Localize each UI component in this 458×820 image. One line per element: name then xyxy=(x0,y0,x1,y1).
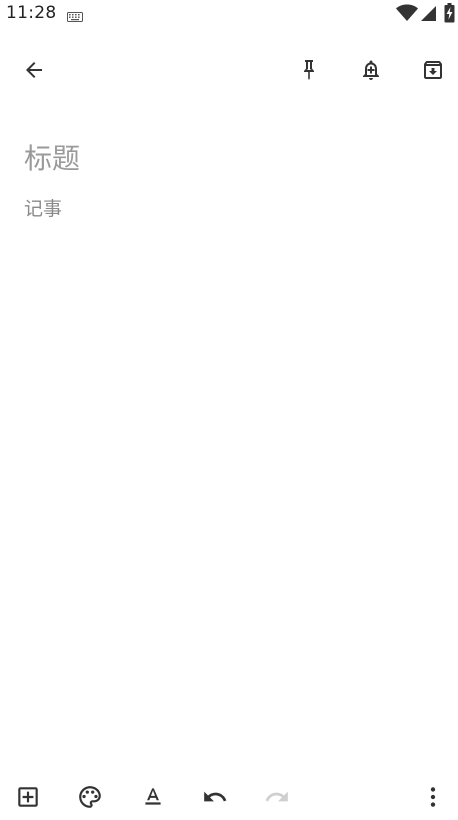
redo-icon xyxy=(265,791,288,802)
reminder-bell-icon xyxy=(363,60,379,80)
note-editor-screen: 11:28 xyxy=(0,0,458,820)
redo-button[interactable] xyxy=(255,774,299,820)
battery-charging-icon xyxy=(444,3,455,27)
status-time: 11:28 xyxy=(6,3,57,23)
more-options-button[interactable] xyxy=(411,774,455,820)
wifi-icon xyxy=(396,4,418,26)
undo-button[interactable] xyxy=(193,774,237,820)
more-vert-icon xyxy=(430,787,436,807)
pin-button[interactable] xyxy=(287,48,331,92)
add-button[interactable] xyxy=(6,774,50,820)
title-input[interactable] xyxy=(24,138,434,178)
reminder-button[interactable] xyxy=(349,48,393,92)
undo-icon xyxy=(204,791,227,802)
archive-icon xyxy=(424,61,442,79)
back-button[interactable] xyxy=(12,48,56,92)
keyboard-icon xyxy=(67,7,83,26)
bottom-toolbar xyxy=(0,774,458,820)
cell-signal-icon xyxy=(420,5,437,26)
palette-button[interactable] xyxy=(68,774,112,820)
add-box-icon xyxy=(18,787,38,807)
pin-icon xyxy=(304,60,314,80)
palette-icon xyxy=(79,786,101,808)
arrow-back-icon xyxy=(26,62,42,78)
text-format-button[interactable] xyxy=(131,774,175,820)
note-input[interactable] xyxy=(24,194,434,734)
status-bar: 11:28 xyxy=(0,0,458,26)
archive-button[interactable] xyxy=(411,48,455,92)
text-format-icon xyxy=(145,788,161,805)
